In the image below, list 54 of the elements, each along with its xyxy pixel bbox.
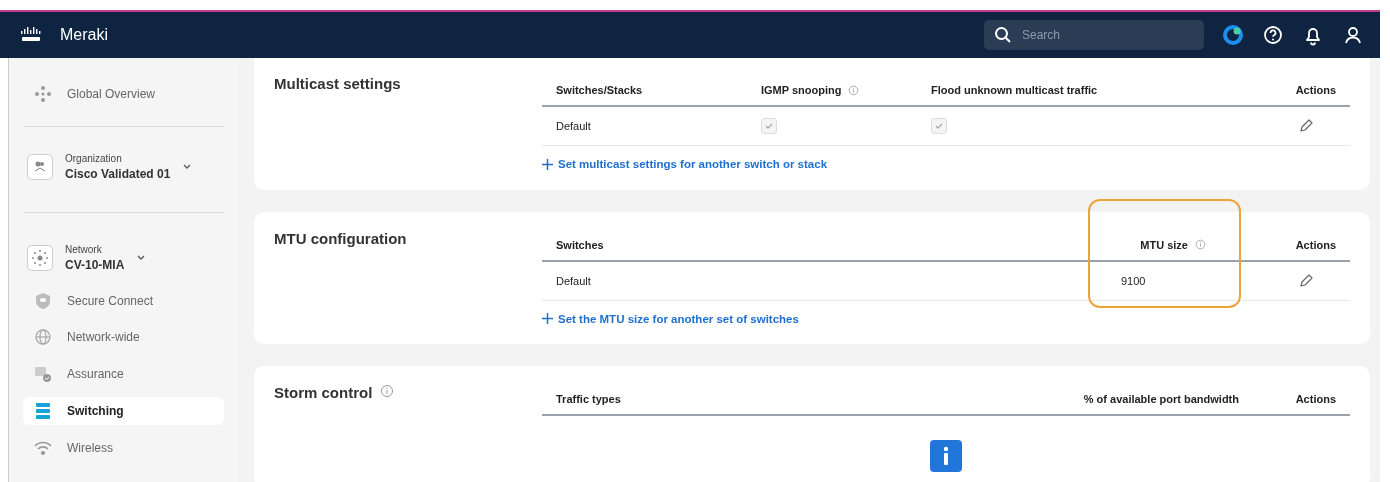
info-badge-icon [930, 440, 962, 472]
add-link[interactable]: Set the MTU size for another set of switches [542, 312, 799, 325]
nav-item[interactable]: Switching [23, 396, 224, 426]
nav-item[interactable]: Network-wide [23, 323, 224, 352]
chevron-icon [136, 253, 147, 262]
add-link[interactable]: Set multicast settings for another switch or stack [542, 158, 828, 170]
assistant-icon[interactable] [1222, 24, 1244, 46]
column-header: Actions [1295, 84, 1336, 96]
selector-value: CV-10-MIA [65, 257, 125, 272]
network-icon [27, 244, 53, 271]
search-icon [994, 26, 1012, 44]
nav-item[interactable]: Assurance [23, 359, 224, 389]
column-header: MTU size [1140, 238, 1188, 251]
switch-stack-icon [33, 400, 53, 421]
column-header: IGMP snooping [761, 84, 842, 96]
shield-icon [33, 290, 53, 311]
pencil-icon[interactable] [1298, 272, 1314, 289]
nodes-icon [33, 83, 53, 104]
column-header: % of available port bandwidth [1083, 393, 1239, 405]
people-icon [27, 153, 53, 180]
pencil-icon[interactable] [1298, 118, 1314, 134]
nav-item[interactable]: Global Overview [23, 70, 224, 127]
column-header: Traffic types [556, 393, 621, 405]
search-input[interactable]: Search [1020, 27, 1194, 43]
chart-check-icon [33, 364, 53, 385]
column-header: Switches/Stacks [556, 84, 643, 96]
column-header: Switches [556, 238, 604, 251]
selector-value: Cisco Validated 01 [65, 166, 171, 181]
section-title: Storm control [274, 384, 373, 401]
section-title: MTU configuration [274, 229, 407, 247]
table-cell: Default [556, 120, 591, 132]
scope-selector[interactable]: Organization Cisco Validated 01 [23, 140, 224, 193]
section-title: Multicast settings [274, 75, 401, 92]
table-cell: 9100 [1121, 274, 1146, 287]
nav-item[interactable]: Wireless [23, 433, 224, 462]
globe-icon [33, 327, 53, 348]
checkmark-icon [934, 121, 944, 131]
plus-icon [542, 313, 553, 324]
search-field[interactable]: Search [984, 20, 1204, 50]
column-header: Flood unknown multicast traffic [931, 84, 1098, 96]
checkmark-icon [764, 121, 774, 131]
user-icon[interactable] [1342, 24, 1364, 46]
column-header: Actions [1295, 238, 1336, 251]
selector-caption: Organization [65, 152, 123, 164]
help-icon[interactable] [1262, 24, 1284, 46]
selector-caption: Network [65, 243, 103, 255]
scope-selector[interactable]: Network CV-10-MIA [23, 212, 224, 287]
plus-icon [542, 158, 553, 170]
column-header: Actions [1295, 393, 1336, 405]
info-icon[interactable] [380, 384, 395, 398]
nav-item[interactable]: Secure Connect [23, 286, 224, 315]
table-cell: Default [556, 274, 591, 287]
brand-name: Meraki [60, 26, 108, 44]
chevron-icon [182, 162, 193, 171]
